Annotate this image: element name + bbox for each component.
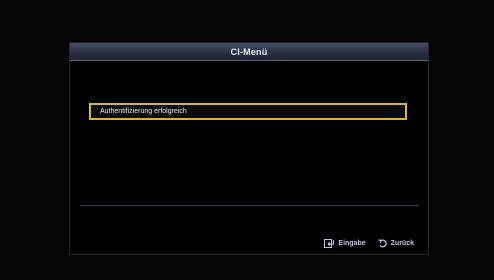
footer-divider <box>80 205 418 206</box>
return-arrow-icon <box>378 239 387 248</box>
enter-button[interactable]: Eingabe <box>324 239 366 248</box>
enter-icon <box>324 239 335 248</box>
enter-label: Eingabe <box>338 240 366 247</box>
menu-item-label: Authentifizierung erfolgreich <box>100 108 187 115</box>
back-label: Zurück <box>390 240 414 247</box>
tv-screen: CI-Menü Authentifizierung erfolgreich Ei… <box>0 0 494 280</box>
menu-item-authentication-status[interactable]: Authentifizierung erfolgreich <box>89 103 407 120</box>
footer-controls: Eingabe Zurück <box>324 239 414 248</box>
title-bar: CI-Menü <box>70 43 428 61</box>
menu-title: CI-Menü <box>230 46 268 57</box>
ci-menu-window: CI-Menü Authentifizierung erfolgreich Ei… <box>69 42 429 255</box>
back-button[interactable]: Zurück <box>378 239 414 248</box>
